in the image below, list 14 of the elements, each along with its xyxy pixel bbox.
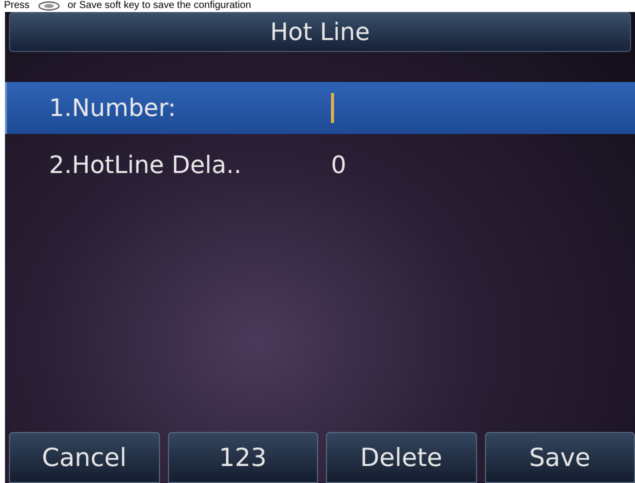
menu-item[interactable]: 2.HotLine Dela.. 0	[5, 134, 635, 196]
item-value: 0	[331, 150, 346, 181]
instruction-text: or Save soft key to save the configuration	[68, 1, 251, 11]
menu-item[interactable]: 1.Number:	[5, 82, 635, 134]
softkey-button[interactable]: Save	[484, 432, 635, 483]
softkey-button[interactable]: 123	[168, 432, 318, 483]
ok-key-icon	[38, 1, 60, 11]
item-label: 1.Number:	[49, 93, 177, 124]
softkey-button[interactable]: Delete	[326, 432, 476, 483]
softkey-button[interactable]: Cancel	[9, 432, 160, 483]
screen-title-bar: Hot Line	[9, 12, 631, 52]
item-label: 2.HotLine Dela..	[49, 150, 243, 181]
input-field[interactable]	[331, 90, 334, 126]
instruction-text: Press	[4, 1, 30, 11]
